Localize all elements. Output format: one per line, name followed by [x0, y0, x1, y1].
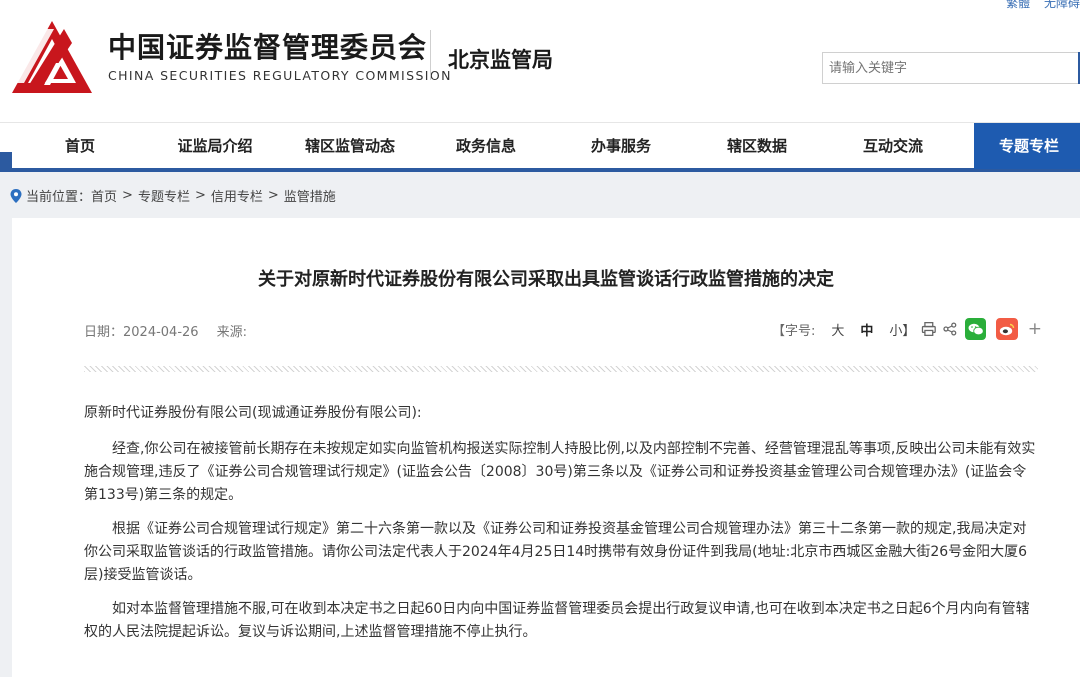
nav-item-services[interactable]: 办事服务 — [553, 123, 689, 169]
nav-item-bureau-intro[interactable]: 证监局介绍 — [147, 123, 283, 169]
breadcrumb-measures[interactable]: 监管措施 — [284, 186, 336, 205]
font-size-medium-button[interactable]: 中 — [860, 320, 873, 339]
nav-item-regulatory-news[interactable]: 辖区监管动态 — [282, 123, 418, 169]
article-paragraph: 经查,你公司在被接管前长期存在未按规定如实向监管机构报送实际控制人持股比例,以及… — [84, 441, 1036, 503]
bureau-name: 北京监管局 — [448, 48, 553, 72]
nav-item-home[interactable]: 首页 — [12, 123, 148, 169]
csrc-logo[interactable] — [10, 19, 94, 95]
article-meta: 日期：2024-04-26 来源: — [84, 321, 247, 340]
header-divider — [430, 30, 431, 80]
source-label: 来源: — [216, 325, 247, 340]
print-icon[interactable] — [921, 321, 937, 337]
date-label: 日期： — [84, 325, 124, 340]
breadcrumb: 当前位置： 首页 > 专题专栏 > 信用专栏 > 监管措施 — [10, 186, 336, 205]
breadcrumb-prefix: 当前位置： — [26, 190, 92, 205]
article-paragraph: 根据《证券公司合规管理试行规定》第二十六条第一款以及《证券公司和证券投资基金管理… — [84, 521, 1028, 583]
article-paragraph: 如对本监督管理措施不服,可在收到本决定书之日起60日内向中国证券监督管理委员会提… — [84, 601, 1030, 640]
share-icon[interactable] — [943, 322, 957, 336]
location-pin-icon — [10, 188, 22, 203]
font-size-label: 【字号: — [772, 323, 816, 339]
traditional-chinese-link[interactable]: 繁體 — [1006, 0, 1030, 10]
org-name-cn: 中国证券监督管理委员会 — [108, 31, 428, 64]
article-salutation: 原新时代证券股份有限公司(现诚通证券股份有限公司): — [84, 405, 422, 421]
org-name-en: CHINA SECURITIES REGULATORY COMMISSION — [108, 68, 452, 83]
more-share-icon[interactable]: + — [1028, 319, 1042, 339]
article-tools: 【字号: 大 中 小】 + — [772, 318, 1042, 340]
nav-item-regional-data[interactable]: 辖区数据 — [689, 123, 825, 169]
weibo-share-icon[interactable] — [996, 318, 1018, 340]
top-links: 繁體 无障碍 — [996, 0, 1080, 11]
breadcrumb-credit[interactable]: 信用专栏 — [211, 186, 263, 205]
nav-accent-strip — [0, 152, 12, 172]
nav-item-interaction[interactable]: 互动交流 — [825, 123, 961, 169]
nav-item-special-topics[interactable]: 专题专栏 — [974, 123, 1080, 169]
article-panel: 关于对原新时代证券股份有限公司采取出具监管谈话行政监管措施的决定 日期：2024… — [12, 218, 1080, 677]
article-date: 2024-04-26 — [123, 325, 199, 340]
breadcrumb-separator: > — [194, 188, 206, 203]
site-header: 繁體 无障碍 中国证券监督管理委员会 CHINA SECURITIES REGU… — [0, 0, 1080, 122]
article-body: 原新时代证券股份有限公司(现诚通证券股份有限公司): 经查,你公司在被接管前长期… — [84, 402, 1040, 655]
breadcrumb-home[interactable]: 首页 — [91, 186, 117, 205]
breadcrumb-special-topics[interactable]: 专题专栏 — [138, 186, 190, 205]
accessibility-link[interactable]: 无障碍 — [1044, 0, 1080, 10]
search-input[interactable] — [822, 52, 1080, 84]
font-size-small-button[interactable]: 小】 — [889, 320, 915, 339]
breadcrumb-separator: > — [267, 188, 279, 203]
title-divider — [84, 366, 1038, 372]
article-title: 关于对原新时代证券股份有限公司采取出具监管谈话行政监管措施的决定 — [258, 269, 834, 290]
nav-item-government-info[interactable]: 政务信息 — [418, 123, 554, 169]
font-size-large-button[interactable]: 大 — [831, 320, 844, 339]
main-nav: 首页 证监局介绍 辖区监管动态 政务信息 办事服务 辖区数据 互动交流 专题专栏 — [0, 122, 1080, 172]
wechat-share-icon[interactable] — [964, 318, 987, 340]
breadcrumb-separator: > — [122, 188, 133, 203]
